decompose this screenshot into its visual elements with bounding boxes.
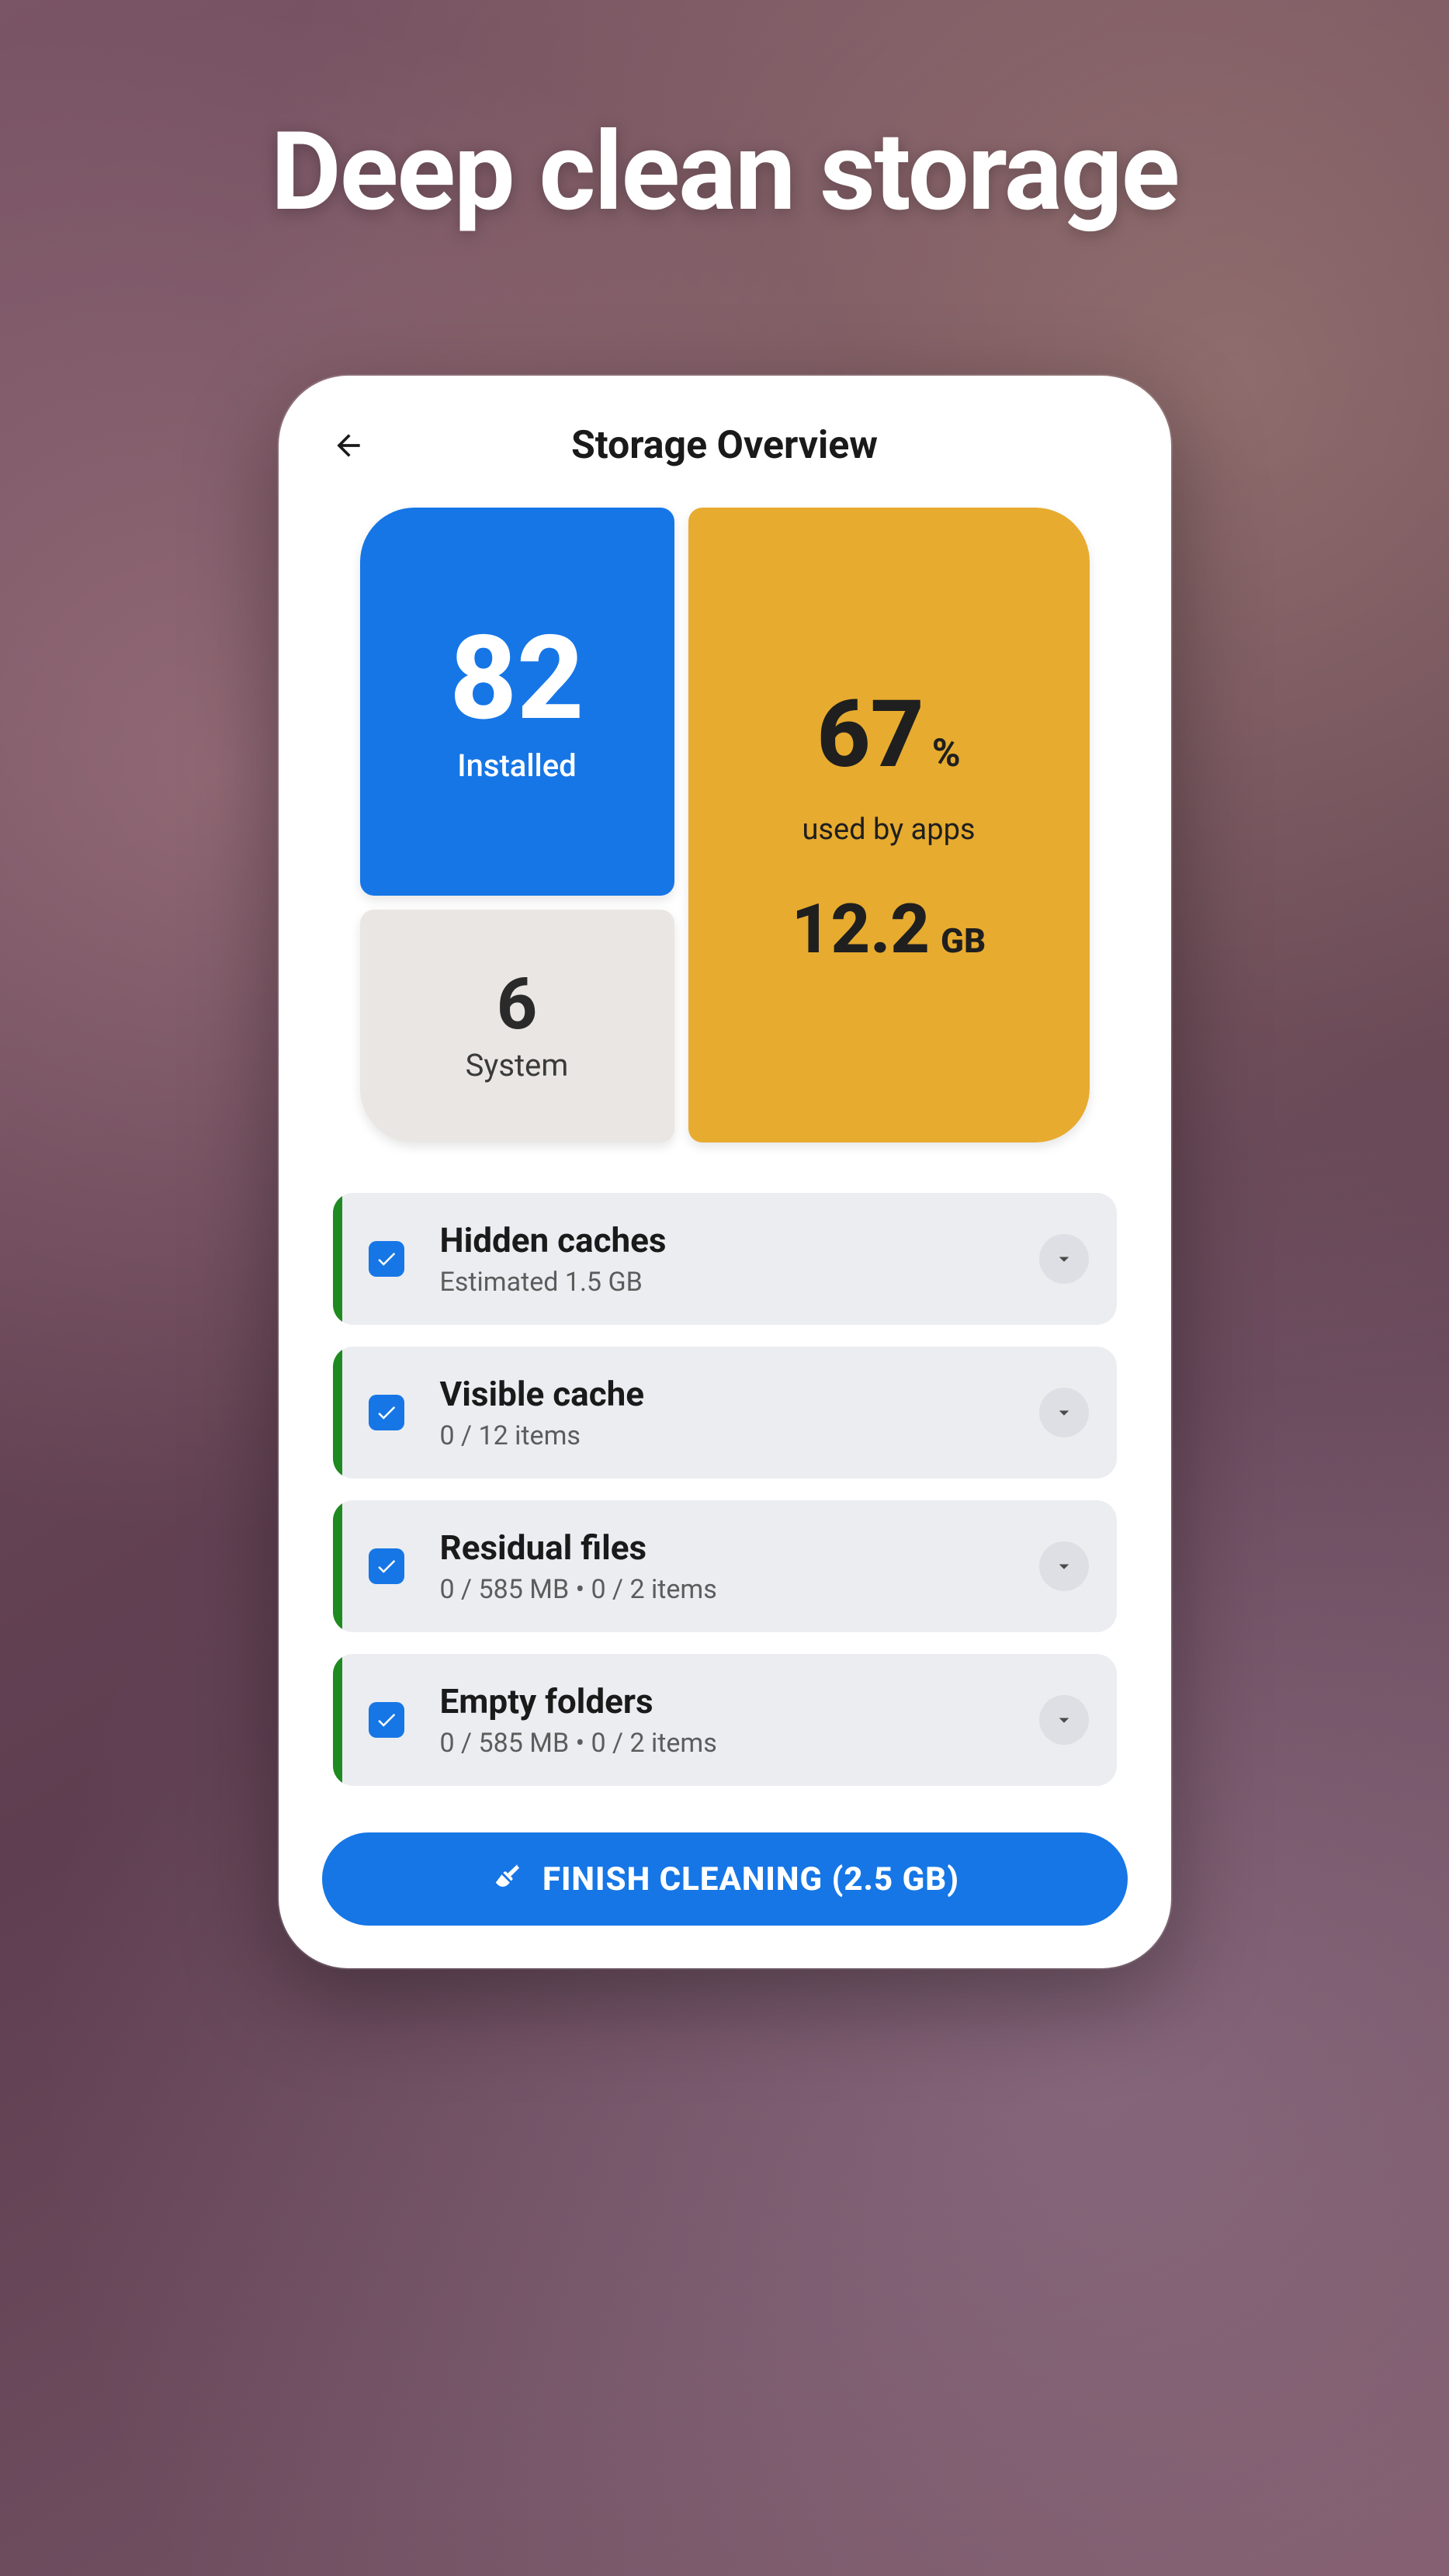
item-visible-cache[interactable]: Visible cache 0 / 12 items (333, 1347, 1117, 1479)
item-subtitle: 0 / 585 MB • 0 / 2 items (440, 1728, 1039, 1759)
chevron-down-icon (1052, 1247, 1076, 1271)
chevron-down-icon (1052, 1708, 1076, 1732)
percent-symbol: % (932, 731, 961, 776)
expand-residual-files[interactable] (1039, 1541, 1089, 1591)
used-percent: 67 (816, 681, 924, 789)
system-count: 6 (497, 969, 538, 1041)
checkbox-empty-folders[interactable] (369, 1702, 404, 1738)
item-subtitle: Estimated 1.5 GB (440, 1267, 1039, 1298)
used-label: used by apps (802, 813, 975, 847)
item-title: Visible cache (440, 1374, 1039, 1414)
broom-icon (490, 1862, 524, 1896)
check-icon (375, 1555, 398, 1578)
expand-visible-cache[interactable] (1039, 1388, 1089, 1437)
check-icon (375, 1708, 398, 1732)
expand-empty-folders[interactable] (1039, 1695, 1089, 1745)
installed-label: Installed (457, 747, 576, 784)
item-title: Empty folders (440, 1681, 1039, 1721)
tile-installed[interactable]: 82 Installed (360, 508, 674, 896)
item-title: Hidden caches (440, 1220, 1039, 1260)
chevron-down-icon (1052, 1401, 1076, 1424)
check-icon (375, 1247, 398, 1271)
checkbox-hidden-caches[interactable] (369, 1241, 404, 1277)
app-header: Storage Overview (317, 422, 1132, 508)
finish-cleaning-button[interactable]: FINISH CLEANING (2.5 GB) (322, 1832, 1128, 1926)
used-size-unit: GB (941, 920, 986, 961)
check-icon (375, 1401, 398, 1424)
page-title: Storage Overview (325, 423, 1125, 468)
item-title: Residual files (440, 1527, 1039, 1568)
cta-label: FINISH CLEANING (2.5 GB) (543, 1860, 959, 1898)
installed-count: 82 (450, 620, 584, 737)
hero-title: Deep clean storage (271, 109, 1179, 236)
checkbox-visible-cache[interactable] (369, 1395, 404, 1430)
chevron-down-icon (1052, 1555, 1076, 1578)
expand-hidden-caches[interactable] (1039, 1234, 1089, 1284)
tile-used-by-apps[interactable]: 67 % used by apps 12.2 GB (688, 508, 1090, 1142)
clean-items-list: Hidden caches Estimated 1.5 GB Visible c… (317, 1193, 1132, 1786)
checkbox-residual-files[interactable] (369, 1548, 404, 1584)
system-label: System (466, 1047, 569, 1083)
item-empty-folders[interactable]: Empty folders 0 / 585 MB • 0 / 2 items (333, 1654, 1117, 1786)
phone-frame: Storage Overview 82 Installed 6 System 6… (279, 376, 1171, 1968)
item-hidden-caches[interactable]: Hidden caches Estimated 1.5 GB (333, 1193, 1117, 1325)
item-subtitle: 0 / 12 items (440, 1420, 1039, 1451)
item-subtitle: 0 / 585 MB • 0 / 2 items (440, 1574, 1039, 1605)
item-residual-files[interactable]: Residual files 0 / 585 MB • 0 / 2 items (333, 1500, 1117, 1632)
used-size: 12.2 (792, 889, 930, 969)
storage-tiles: 82 Installed 6 System 67 % used by apps … (317, 508, 1132, 1142)
tile-system[interactable]: 6 System (360, 910, 674, 1142)
